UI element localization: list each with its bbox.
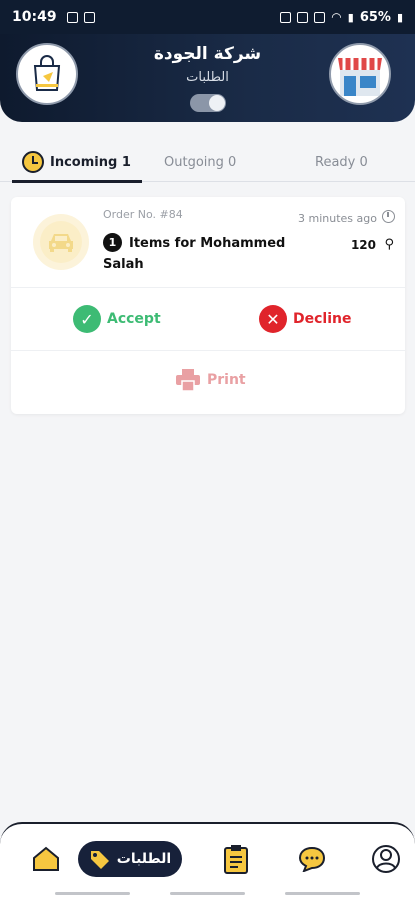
order-items-text: Items for Mohammed Salah: [103, 236, 286, 272]
home-icon: [33, 846, 59, 871]
alarm-icon: [297, 11, 309, 23]
decline-button[interactable]: ✕ Decline: [259, 305, 351, 333]
order-price: 120: [350, 238, 376, 252]
availability-toggle[interactable]: [190, 94, 226, 112]
toggle-knob: [209, 95, 225, 111]
mute-icon: [314, 11, 326, 23]
store-avatar[interactable]: [329, 43, 391, 105]
order-time: 3 minutes ago: [298, 212, 377, 225]
delivery-bike-icon: ⚲: [384, 237, 394, 252]
close-icon: ✕: [259, 305, 287, 333]
nav-home[interactable]: [30, 841, 62, 877]
order-card[interactable]: Order No. #84 3 minutes ago Items for Mo…: [11, 197, 405, 414]
chat-icon: [298, 846, 326, 872]
screenshot-icon: [83, 11, 95, 23]
check-icon: ✓: [73, 305, 101, 333]
bottom-navigation: الطلبات: [0, 822, 415, 900]
tag-icon: [90, 851, 109, 869]
order-number: Order No. #84: [103, 208, 183, 221]
decline-label: Decline: [293, 311, 352, 327]
item-count-badge: 1: [103, 233, 122, 252]
printer-icon: [176, 369, 200, 391]
clock-icon: [382, 210, 395, 223]
tab-outgoing[interactable]: Outgoing 0: [164, 142, 236, 182]
nav-profile[interactable]: [370, 841, 402, 877]
tab-incoming[interactable]: Incoming 1: [12, 142, 142, 183]
print-label: Print: [207, 372, 246, 388]
accept-button[interactable]: ✓ Accept: [73, 305, 161, 333]
tab-ready[interactable]: Ready 0: [315, 142, 368, 182]
car-icon: [49, 234, 73, 252]
storefront-icon: [338, 58, 382, 96]
accept-label: Accept: [107, 311, 161, 327]
system-gesture-bar: [0, 892, 415, 895]
divider: [11, 287, 405, 288]
order-tabs: Incoming 1 Outgoing 0 Ready 0: [0, 142, 415, 183]
lock-icon: [280, 11, 292, 23]
nav-orders-label: الطلبات: [116, 851, 172, 867]
order-avatar: [33, 214, 89, 270]
print-button[interactable]: Print: [175, 369, 246, 391]
tab-outgoing-label: Outgoing 0: [164, 154, 237, 170]
image-icon: [66, 11, 78, 23]
profile-icon: [372, 845, 400, 873]
nav-chat[interactable]: [296, 841, 328, 877]
app-header: شركة الجودة الطلبات: [0, 34, 415, 122]
tab-ready-label: Ready 0: [315, 154, 368, 170]
signal-icon: ▮: [347, 10, 354, 24]
clock-icon: [22, 151, 44, 173]
nav-clipboard[interactable]: [220, 841, 252, 877]
battery-icon: ▮: [396, 10, 403, 24]
wifi-icon: ◠: [331, 10, 342, 24]
tab-incoming-label: Incoming 1: [50, 154, 131, 170]
divider: [11, 350, 405, 351]
clipboard-icon: [224, 845, 248, 874]
status-bar: 10:49 ◠ ▮ 65% ▮: [0, 0, 415, 34]
status-time: 10:49: [12, 9, 57, 25]
nav-orders[interactable]: الطلبات: [78, 841, 182, 877]
battery-level: 65%: [359, 9, 391, 25]
